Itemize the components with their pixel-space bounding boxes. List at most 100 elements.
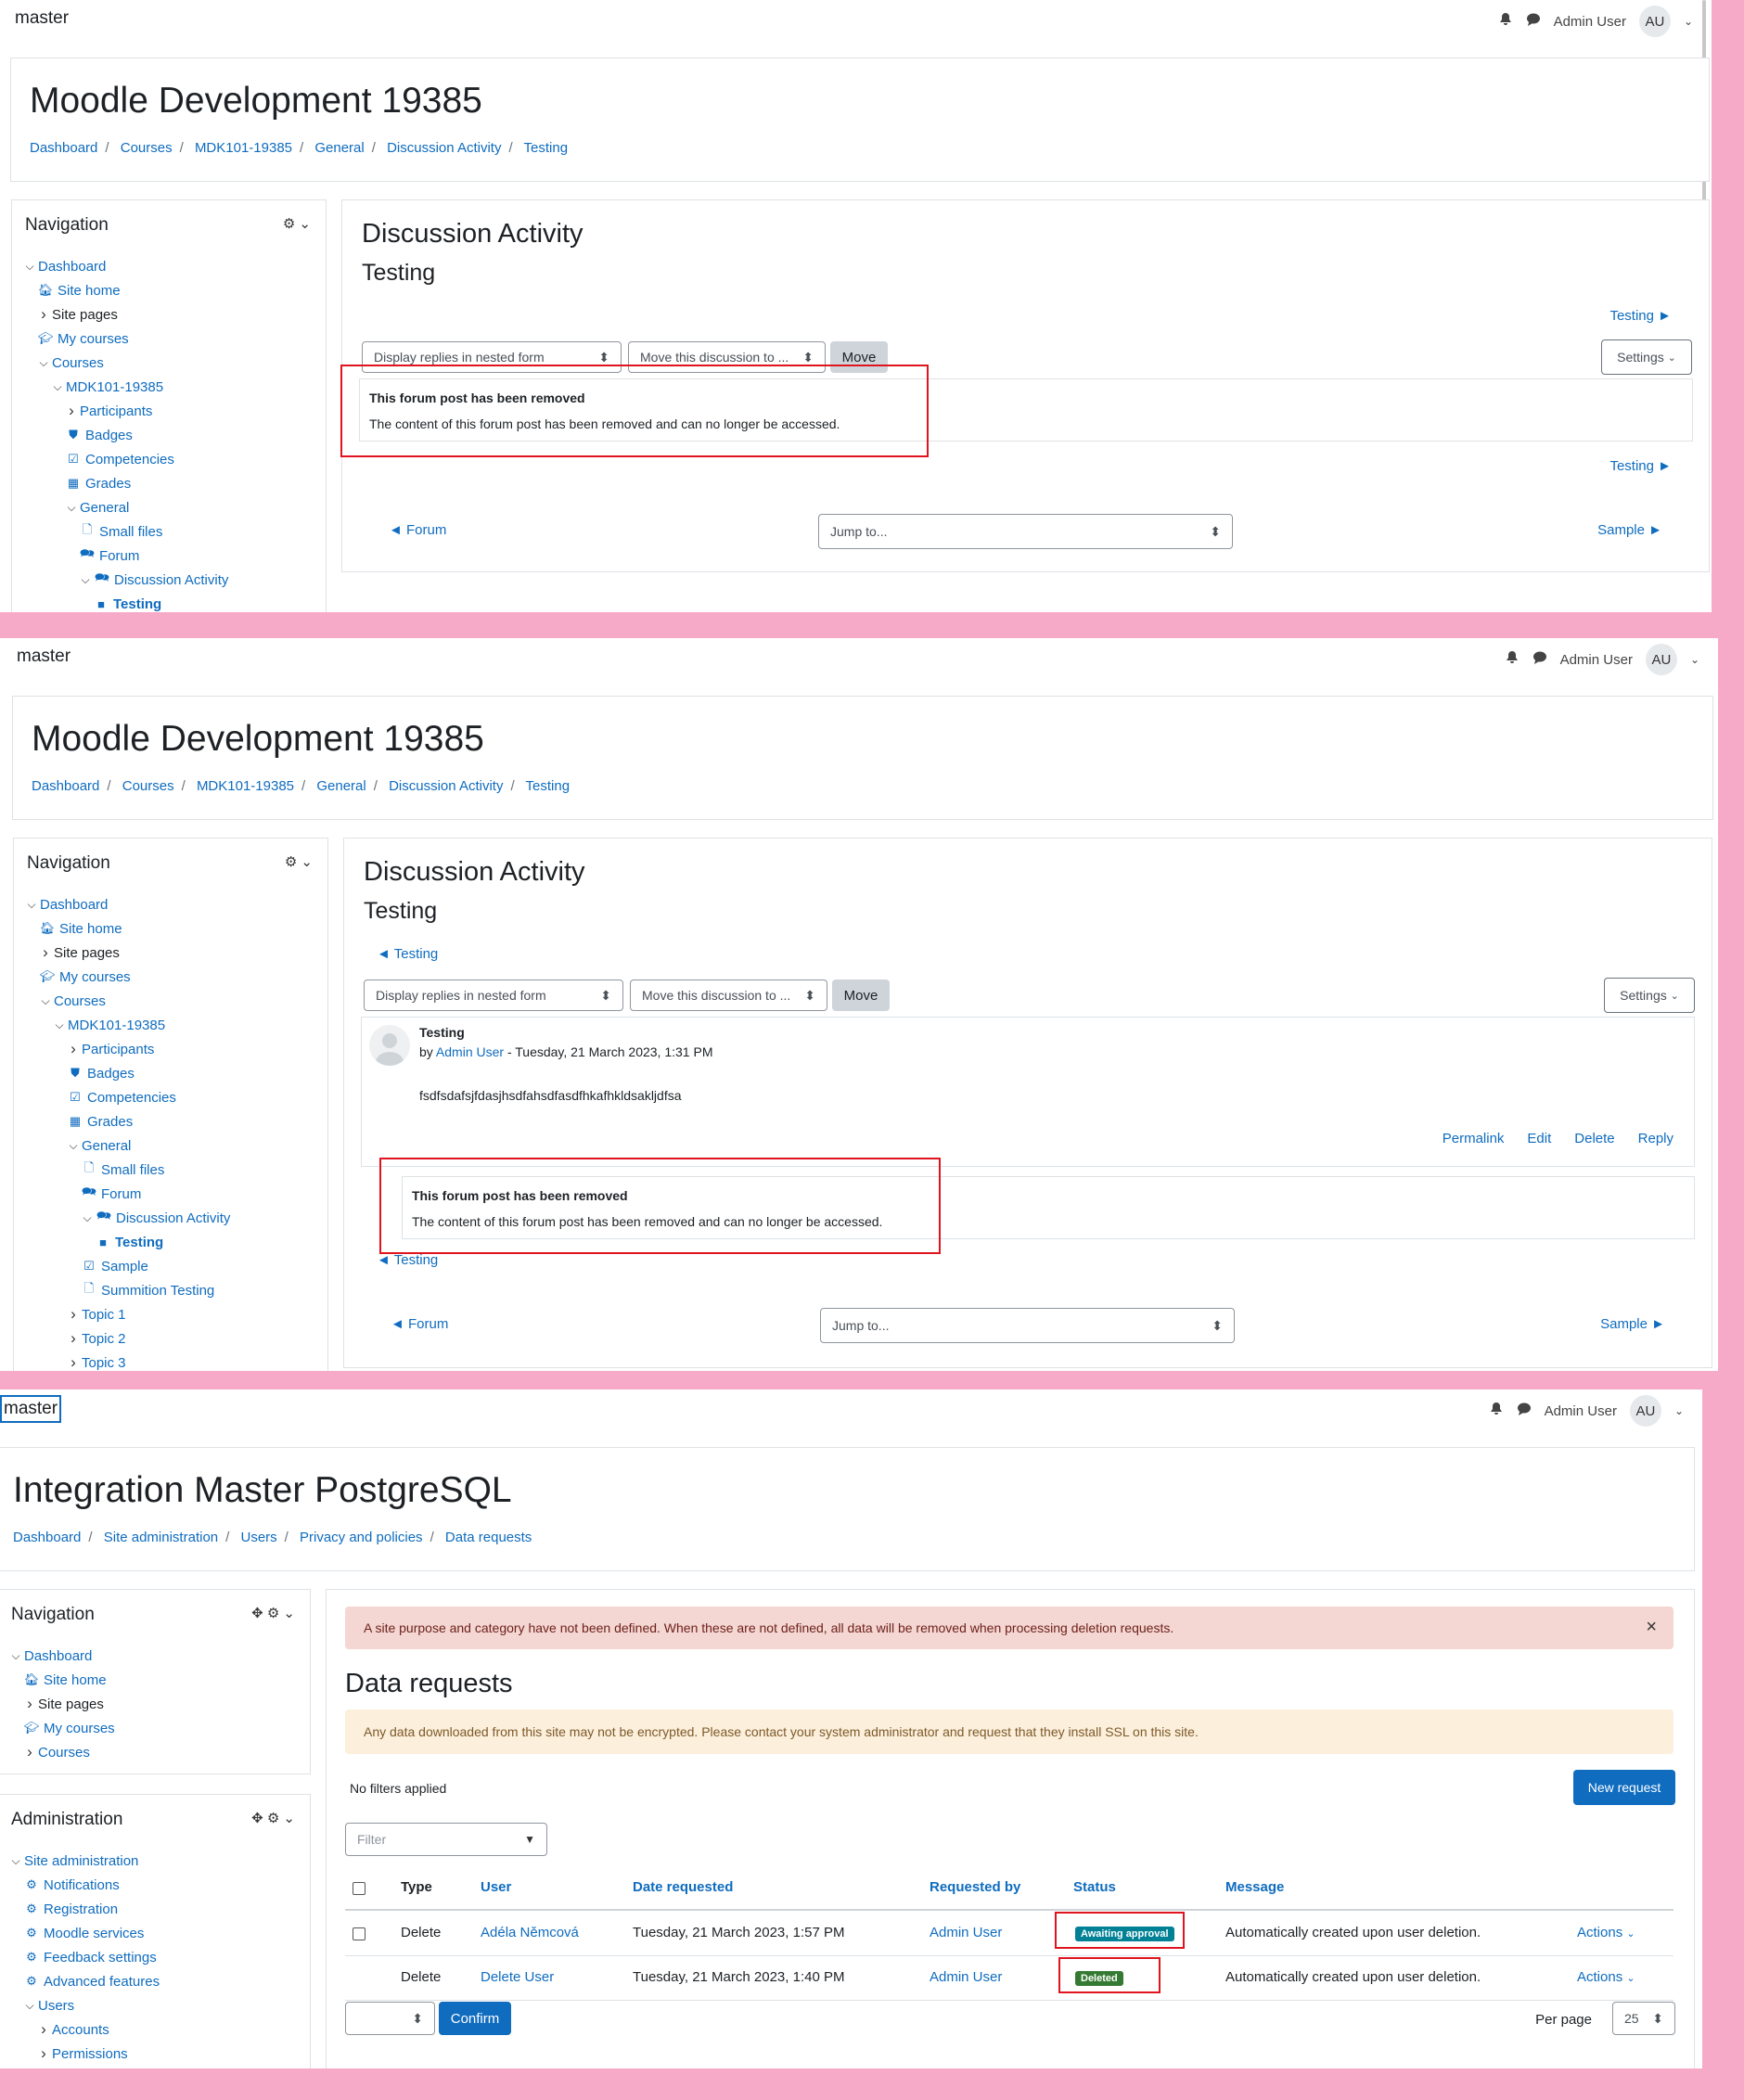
nav-item[interactable]: ☑ Sample: [25, 1254, 230, 1278]
nav-item[interactable]: ⚙ Registration: [9, 1897, 160, 1921]
select-all-checkbox[interactable]: [353, 1882, 365, 1895]
nav-item[interactable]: 🎓︎ My courses: [23, 327, 228, 351]
chevron-down-icon[interactable]: ⌵: [79, 573, 92, 587]
chat-icon[interactable]: [1532, 650, 1547, 669]
chevron-down-icon[interactable]: ⌵: [65, 501, 78, 515]
next-discussion-link[interactable]: Testing ►: [1609, 458, 1672, 474]
breadcrumb-item[interactable]: Testing: [526, 778, 571, 794]
next-activity-link[interactable]: Sample ►: [1600, 1316, 1665, 1332]
nav-item[interactable]: ☑ Competencies: [25, 1085, 230, 1109]
confirm-button[interactable]: Confirm: [439, 2002, 511, 2035]
chevron-down-icon[interactable]: ⌵: [37, 356, 50, 370]
chevron-down-icon[interactable]: ⌄: [1690, 653, 1699, 666]
nav-item[interactable]: ⚙ Advanced features: [9, 1969, 160, 1993]
chevron-down-icon[interactable]: ⌄: [1684, 15, 1693, 28]
nav-item[interactable]: 🏠︎ Site home: [9, 1668, 115, 1692]
move-button[interactable]: Move: [832, 980, 890, 1011]
chevron-right-icon[interactable]: ›: [67, 1305, 80, 1324]
nav-item[interactable]: ⌵ Dashboard: [23, 254, 228, 278]
chevron-right-icon[interactable]: ›: [23, 1695, 36, 1713]
prev-discussion-link[interactable]: ◄ Testing: [377, 946, 438, 962]
chevron-right-icon[interactable]: ›: [39, 943, 52, 962]
chevron-right-icon[interactable]: ›: [37, 2020, 50, 2039]
prev-activity-link[interactable]: ◄ Forum: [391, 1316, 448, 1332]
reply-link[interactable]: Reply: [1638, 1131, 1673, 1146]
filter-select[interactable]: Filter ▼: [345, 1823, 547, 1856]
chevron-down-icon[interactable]: ⌵: [51, 380, 64, 394]
nav-item[interactable]: › Topic 2: [25, 1326, 230, 1351]
nav-item[interactable]: › Site pages: [23, 302, 228, 327]
jump-to-select[interactable]: Jump to... ⬍: [818, 514, 1233, 549]
nav-item[interactable]: ⚙ Notifications: [9, 1873, 160, 1897]
settings-button[interactable]: Settings ⌄: [1604, 978, 1695, 1013]
nav-item[interactable]: ⌵ Courses: [25, 989, 230, 1013]
chevron-down-icon[interactable]: ⌵: [67, 1139, 80, 1153]
breadcrumb-item[interactable]: Courses: [122, 778, 174, 794]
chat-icon[interactable]: [1526, 12, 1541, 31]
chevron-down-icon[interactable]: ⌵: [9, 1649, 22, 1663]
chat-icon[interactable]: [1517, 1402, 1532, 1420]
chevron-down-icon[interactable]: ⌵: [25, 898, 38, 912]
nav-item[interactable]: ⌵ Dashboard: [9, 1644, 115, 1668]
edit-link[interactable]: Edit: [1527, 1131, 1551, 1146]
nav-item[interactable]: ⌵ General: [25, 1133, 230, 1158]
nav-item[interactable]: 🏠︎ Site home: [23, 278, 228, 302]
nav-item[interactable]: ⛊ Badges: [23, 423, 228, 447]
nav-item[interactable]: 🗪 Forum: [23, 544, 228, 568]
gear-icon[interactable]: ⚙ ⌄: [283, 215, 311, 232]
jump-to-select[interactable]: Jump to... ⬍: [820, 1308, 1235, 1343]
avatar[interactable]: AU: [1638, 6, 1671, 37]
nav-item[interactable]: › Accounts: [9, 2017, 160, 2042]
nav-item[interactable]: › Site pages: [9, 1692, 115, 1716]
avatar[interactable]: AU: [1645, 644, 1677, 675]
chevron-right-icon[interactable]: ›: [65, 402, 78, 420]
breadcrumb-item[interactable]: MDK101-19385: [195, 140, 292, 156]
nav-item[interactable]: ⌵ Site administration: [9, 1849, 160, 1873]
chevron-right-icon[interactable]: ›: [67, 1353, 80, 1371]
new-request-button[interactable]: New request: [1573, 1770, 1675, 1805]
nav-item[interactable]: ▦ Grades: [25, 1109, 230, 1133]
delete-link[interactable]: Delete: [1574, 1131, 1614, 1146]
move-gear-icons[interactable]: ✥ ⚙ ⌄: [251, 1810, 295, 1826]
breadcrumb-item[interactable]: Dashboard: [30, 140, 97, 156]
bell-icon[interactable]: [1498, 12, 1513, 31]
chevron-right-icon[interactable]: ›: [67, 1040, 80, 1058]
close-icon[interactable]: ×: [1646, 1617, 1657, 1638]
bulk-action-select[interactable]: ⬍: [345, 2002, 435, 2035]
settings-button[interactable]: Settings ⌄: [1601, 339, 1692, 375]
chevron-down-icon[interactable]: ⌄: [1674, 1404, 1684, 1417]
column-header[interactable]: User: [481, 1879, 511, 1895]
nav-item[interactable]: › Topic 3: [25, 1351, 230, 1371]
nav-item[interactable]: ⌵ MDK101-19385: [23, 375, 228, 399]
column-header[interactable]: Type: [401, 1879, 432, 1895]
nav-item[interactable]: ⌵ Users: [9, 1993, 160, 2017]
breadcrumb-item[interactable]: Discussion Activity: [389, 778, 503, 794]
breadcrumb-item[interactable]: General: [314, 140, 364, 156]
site-brand[interactable]: master: [17, 647, 71, 667]
nav-item[interactable]: ☑ Competencies: [23, 447, 228, 471]
chevron-down-icon[interactable]: ⌵: [39, 994, 52, 1008]
avatar[interactable]: AU: [1629, 1395, 1661, 1427]
bell-icon[interactable]: [1505, 650, 1520, 669]
chevron-down-icon[interactable]: ⌵: [9, 1854, 22, 1868]
user-name[interactable]: Admin User: [1545, 1403, 1617, 1419]
site-brand[interactable]: master: [15, 8, 69, 29]
row-checkbox[interactable]: [353, 1927, 365, 1940]
request-user-link[interactable]: Adéla Němcová: [481, 1925, 579, 1940]
nav-item[interactable]: 🗋 Summition Testing: [25, 1278, 230, 1302]
breadcrumb-item[interactable]: Privacy and policies: [300, 1530, 423, 1545]
request-user-link[interactable]: Delete User: [481, 1969, 554, 1985]
nav-item[interactable]: › Courses: [9, 1740, 115, 1764]
chevron-down-icon[interactable]: ⌵: [23, 260, 36, 274]
nav-item[interactable]: ▦ Grades: [23, 471, 228, 495]
breadcrumb-item[interactable]: Courses: [121, 140, 173, 156]
requested-by-link[interactable]: Admin User: [930, 1969, 1002, 1985]
row-actions-menu[interactable]: Actions ⌄: [1577, 1969, 1635, 1985]
next-activity-link[interactable]: Sample ►: [1597, 522, 1662, 538]
post-author-link[interactable]: Admin User: [436, 1044, 504, 1059]
nav-item[interactable]: 🎓︎ My courses: [25, 965, 230, 989]
nav-item[interactable]: › Permissions: [9, 2042, 160, 2066]
nav-item[interactable]: ⛊ Badges: [25, 1061, 230, 1085]
breadcrumb-item[interactable]: Discussion Activity: [387, 140, 501, 156]
row-actions-menu[interactable]: Actions ⌄: [1577, 1925, 1635, 1940]
